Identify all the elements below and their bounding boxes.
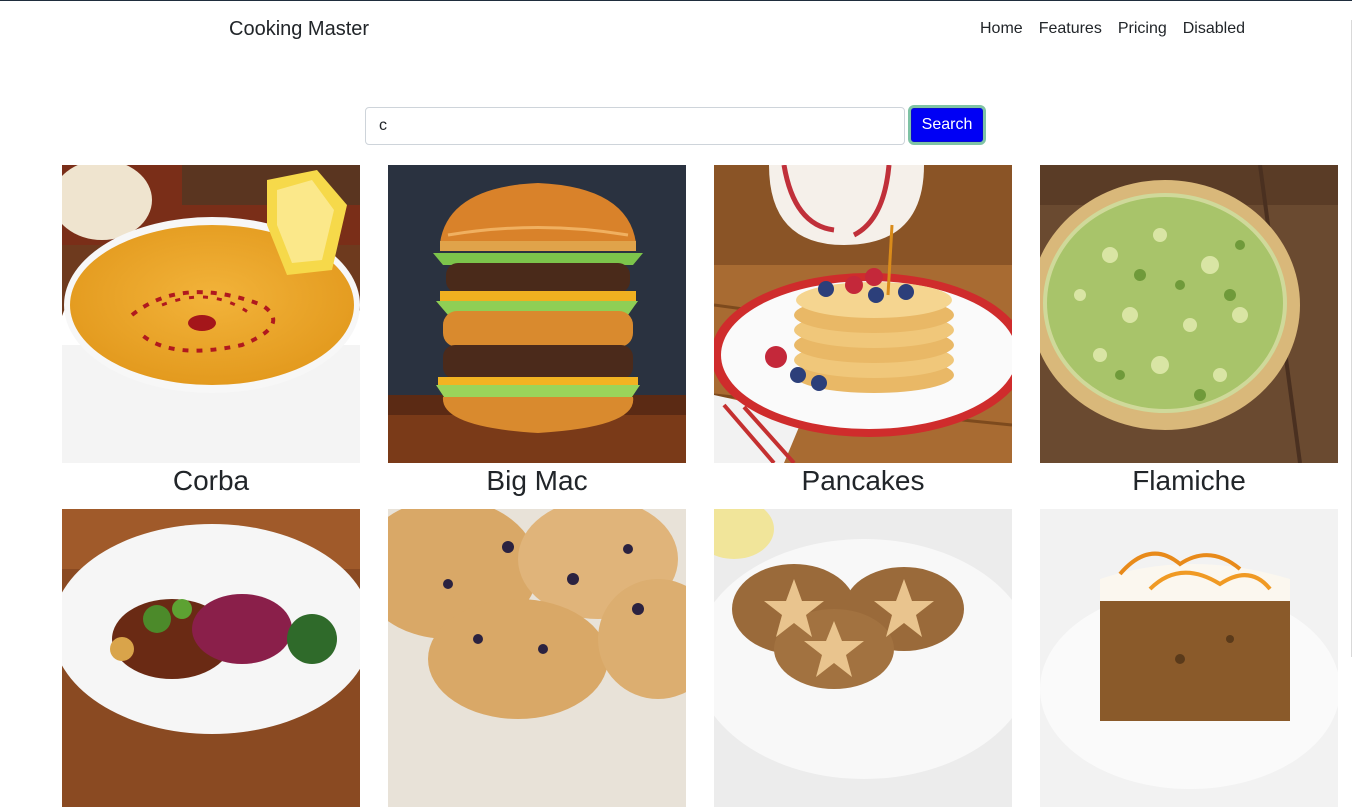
nav-disabled[interactable]: Disabled (1175, 19, 1253, 38)
meal-image[interactable] (388, 509, 686, 807)
navbar: Cooking Master Home Features Pricing Dis… (0, 1, 1352, 57)
meal-image-corba[interactable] (62, 165, 360, 463)
nav-features[interactable]: Features (1031, 19, 1110, 38)
search-input[interactable] (365, 107, 905, 145)
meal-title: Flamiche (1132, 465, 1246, 496)
meal-image-pancakes[interactable] (714, 165, 1012, 463)
meal-card[interactable]: Big Mac (388, 165, 686, 497)
meal-image-big-mac[interactable] (388, 165, 686, 463)
meal-image-flamiche[interactable] (1040, 165, 1338, 463)
meal-image[interactable] (62, 509, 360, 807)
meal-title: Big Mac (486, 465, 588, 496)
meal-card[interactable] (1040, 509, 1338, 807)
nav-pricing[interactable]: Pricing (1110, 19, 1175, 38)
meal-image[interactable] (1040, 509, 1338, 807)
meal-card[interactable] (388, 509, 686, 807)
meal-card[interactable] (714, 509, 1012, 807)
nav-home[interactable]: Home (972, 19, 1031, 38)
meal-card[interactable]: Pancakes (714, 165, 1012, 497)
meal-card[interactable] (62, 509, 360, 807)
meal-title: Pancakes (801, 465, 925, 496)
meal-card[interactable]: Flamiche (1040, 165, 1338, 497)
nav-links: Home Features Pricing Disabled (972, 19, 1253, 38)
brand-link[interactable]: Cooking Master (229, 18, 369, 41)
meal-card[interactable]: Corba (62, 165, 360, 497)
search-form: Search (365, 104, 987, 148)
search-button[interactable]: Search (908, 105, 986, 145)
meal-title: Corba (172, 465, 250, 496)
meal-image[interactable] (714, 509, 1012, 807)
